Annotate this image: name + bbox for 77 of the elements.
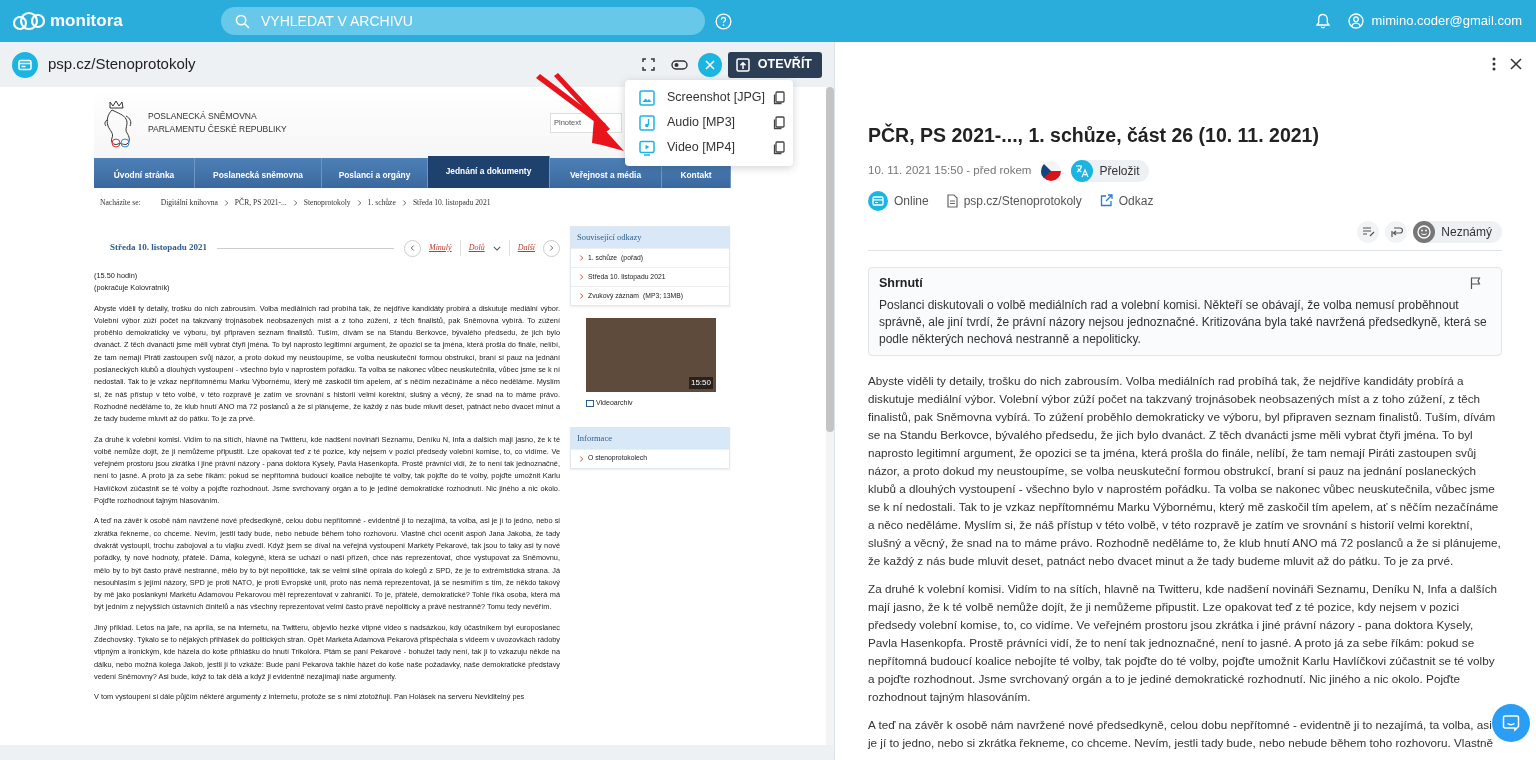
chevron-right-icon — [549, 244, 554, 252]
bell-icon[interactable] — [1315, 13, 1330, 29]
transcript-paragraph: Za druhé k volební komisi. Vidím to na sítích, hlavně na Twitteru, kde nadšení novináři Seznamu, Deníku N, Infa a dalších mají jasno, že k té volbě nemůže dojít, že ji nemůžeme připustit. Lze opakovat teď z té pozice, kdy nejsem v pozici předsedy volební komise, to, co vidíme. Ve veřejném prostoru jsou zkrátka i jiné právní názory - pana doktora Kysely, Pavla Hasenkopfa. Prostě právníci vidí, že to není tak jednoznačné, není to jasné. A proto já za sebe říkám: pokud se nepřítomná budoucí koalice nebojíte té volby, tak pojďte do té volby, pojďte umožnit Karlu Havlíčkovi zúčastnit se té volby a pojďte rozhodnout. Jsme svrchovaný orgán a to je jediné demokratické rozhodnutí. Nic jiného a nic okolo. Pojďte rozhodnout tajným hlasováním. — [868, 580, 1499, 705]
source-title: psp.cz/Stenoprotokoly — [48, 54, 196, 75]
close-icon — [704, 59, 715, 70]
copy-icon — [772, 116, 785, 131]
article-link[interactable]: Odkaz — [1118, 191, 1154, 210]
institution-name: PARLAMENTU ČESKÉ REPUBLIKY — [148, 122, 287, 136]
medium-type: Online — [894, 192, 929, 210]
next-link[interactable]: Další — [517, 242, 535, 254]
chevron-icon — [292, 199, 298, 207]
video-icon — [586, 399, 594, 407]
more-icon[interactable] — [1492, 57, 1496, 72]
transcript-paragraph: A teď na závěr k osobě nám navržené nové předsedkyně, celou dobu nepřítomné - evidentně ji to nezajímá, ta volba, asi je jí to jedno, nebo si zkrátka řekneme, co chceme. Nevím, jestli tady bude, nebo nebude během toho rozhovoru. Vlastně — [868, 716, 1494, 751]
source-name: psp.cz/Stenoprotokoly — [963, 192, 1082, 210]
menu-item[interactable]: Screenshot [JPG] — [639, 88, 765, 107]
open-button[interactable]: OTEVŘÍT — [727, 51, 822, 78]
nav-tab[interactable]: Poslanecká sněmovna — [195, 158, 322, 188]
chat-icon — [1502, 714, 1520, 732]
source-icon — [12, 51, 38, 78]
chevron-left-icon — [410, 244, 415, 252]
logo-icon — [12, 10, 46, 32]
reply-button[interactable] — [1385, 220, 1408, 243]
summary-text: Poslanci diskutovali o volbě mediálních rad a volební komisi. Někteří se obávají, že volba nemusí proběhnout správně, ale jiní tvrdí, že právní názory nejsou jednoznačné. Kritizována byla také navržená předsedkyně, která se podle některých nechová nestranně a nepoliticky. — [879, 296, 1488, 348]
panel-title: Související odkazy — [571, 227, 729, 248]
close-icon[interactable] — [1510, 58, 1522, 71]
reply-icon — [1389, 225, 1403, 238]
nav-tab[interactable]: Veřejnost a média — [550, 158, 662, 188]
external-link-icon — [1099, 194, 1113, 208]
smiley-icon — [1413, 220, 1436, 243]
flag-icon[interactable] — [1470, 277, 1481, 290]
czech-flag-icon — [1041, 160, 1062, 181]
help-icon[interactable] — [715, 12, 732, 30]
publish-date: 10. 11. 2021 15:50 - před rokem — [868, 163, 1032, 179]
search-field[interactable]: VYHLEDAT V ARCHIVU — [221, 7, 705, 35]
chevron-down-icon — [492, 245, 501, 251]
date-heading: Středa 10. listopadu 2021 — [110, 241, 207, 255]
online-icon — [868, 190, 888, 211]
image-icon — [639, 89, 655, 106]
upload-icon — [735, 57, 750, 72]
summary-title: Shrnutí — [879, 274, 923, 292]
scrollbar-thumb[interactable] — [826, 87, 834, 432]
toggle-icon[interactable] — [670, 59, 688, 70]
chevron-icon — [579, 273, 584, 281]
chevron-icon — [579, 292, 584, 300]
article-title: PČR, PS 2021-..., 1. schůze, část 26 (10. 11. 2021) — [868, 122, 1320, 147]
nav-tab[interactable]: Úvodní stránka — [94, 158, 195, 188]
fullscreen-icon[interactable] — [641, 58, 655, 71]
play-icon — [639, 139, 655, 156]
chevron-icon — [579, 454, 584, 463]
institution-name: POSLANECKÁ SNĚMOVNA — [148, 109, 258, 123]
notes-button[interactable] — [1357, 220, 1380, 243]
menu-item[interactable]: Audio [MP3] — [639, 113, 736, 132]
nav-tab[interactable]: Jednání a dokumenty — [428, 156, 550, 188]
user-icon — [1347, 13, 1364, 29]
previous-link[interactable]: Minulý — [429, 242, 452, 254]
copy-icon — [772, 91, 785, 106]
chevron-icon — [223, 199, 229, 207]
close-button[interactable] — [697, 52, 722, 77]
chat-button[interactable] — [1492, 704, 1530, 742]
music-icon — [639, 114, 655, 131]
list-edit-icon — [1361, 226, 1375, 238]
translate-button[interactable]: Přeložit — [1071, 159, 1150, 182]
logo-text: monitora — [50, 10, 123, 33]
sentiment-button[interactable]: Neznámý — [1413, 220, 1502, 243]
menu-item[interactable]: Video [MP4] — [639, 138, 735, 157]
chevron-icon — [356, 199, 362, 207]
chevron-icon — [401, 199, 407, 207]
panel-title: Informace — [571, 427, 729, 449]
video-duration: 15:50 — [688, 377, 713, 389]
copy-icon — [772, 141, 785, 156]
nav-tab[interactable]: Poslanci a orgány — [322, 158, 428, 188]
translate-icon — [1071, 159, 1094, 182]
chevron-icon — [579, 254, 584, 262]
down-link[interactable]: Dolů — [468, 242, 501, 254]
transcript-paragraph: Abyste viděli ty detaily, trošku do nich zabrousím. Volba mediálních rad probíhá tak, že nejdříve kandidáty probírá a diskutuje mediální výbor. Volební výbor zúží počet na takzvaný trojnásobek neobsazených míst a z toho zúžení, z těch finalistů, pak Sněmovna vybírá. To zúžení proběhlo demokraticky ve výboru, byl připraven seznam finalistů. Tuším, dívám se na Standu Berkovce, bývalého předsedu, že jich bylo dvanáct. Z těch dvanácti jsme měli vybrat čtyři jména. To byl naprosto legitimní argument, že opozici se ta jména, která prošla do finále, nelíbí, že tam nemají Piráti zastoupen svůj názor, a proto dokud my neustoupíme, se volba neuskuteční formou obstrukcí, braní si pauz na jednání poslaneckých klubů a dlouhých vystoupení - všechno bylo v naprostém pořádku. Ta volba se nakonec vůbec neuskutečnila, vůbec jsme se k ní nedostali. Tak to je vzkaz nepřítomnému Marku Výbornému, který mě zaskočil tím apelem, ať s něčím nezačínáme a něco neděláme. Myslím si, že náš přístup v této volbě, v této rozpravě je zatím ve srovnání s historií velmi korektní, slušný a věcný, že snad na to máme právo. Rozhodně neděláme to, že klub hnutí ANO má 72 poslanců a že si plánujeme, že každý z nás bude mluvit deset, patnáct nebo dvacet minut a že tady budeme mluvit až do pátku. To je za prvé. — [868, 372, 1502, 569]
document-icon — [946, 193, 958, 208]
